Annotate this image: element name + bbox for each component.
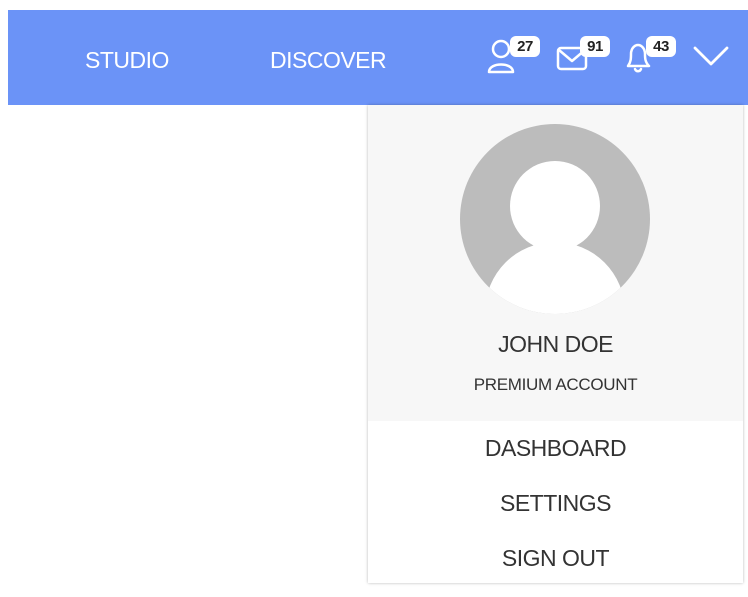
user-name: JOHN DOE: [498, 331, 613, 357]
account-dropdown-menu: JOHN DOE PREMIUM ACCOUNT DASHBOARD SETTI…: [368, 105, 743, 583]
account-type-label: PREMIUM ACCOUNT: [473, 375, 638, 394]
page: STUDIO DISCOVER 27 91 43 JOHN DOE PREMIU…: [0, 0, 748, 597]
account-menu-toggle[interactable]: [692, 40, 732, 70]
avatar-body-shape: [485, 242, 625, 314]
avatar[interactable]: [460, 124, 650, 314]
menu-item-dashboard[interactable]: DASHBOARD: [368, 423, 743, 473]
friend-requests-count-badge: 27: [510, 36, 540, 57]
menu-item-settings[interactable]: SETTINGS: [368, 478, 743, 528]
menu-item-sign-out[interactable]: SIGN OUT: [368, 533, 743, 583]
chevron-down-icon: [693, 46, 729, 66]
avatar-head-shape: [510, 161, 600, 251]
nav-link-studio[interactable]: STUDIO: [85, 48, 169, 72]
nav-link-discover[interactable]: DISCOVER: [270, 48, 387, 72]
friend-requests-button[interactable]: 27: [486, 30, 546, 76]
messages-button[interactable]: 91: [556, 30, 616, 76]
profile-summary: JOHN DOE PREMIUM ACCOUNT: [368, 105, 743, 421]
messages-count-badge: 91: [580, 36, 610, 57]
alerts-count-badge: 43: [646, 36, 676, 57]
alerts-button[interactable]: 43: [622, 30, 682, 76]
